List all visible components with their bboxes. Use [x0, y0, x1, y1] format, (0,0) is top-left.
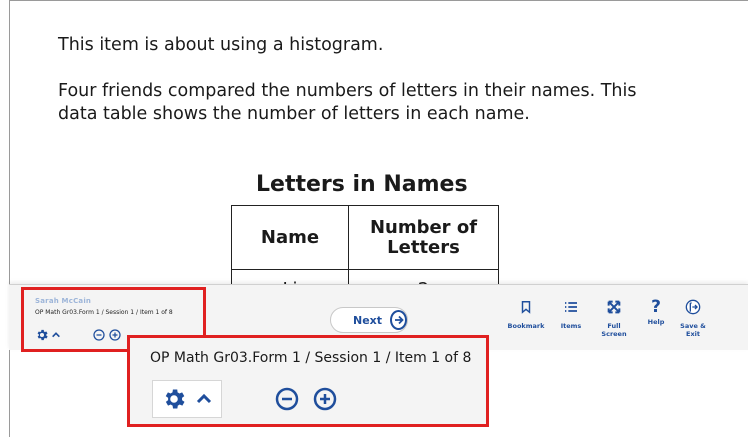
bookmark-button[interactable]: Bookmark: [506, 299, 546, 330]
list-icon: [565, 302, 577, 312]
help-button[interactable]: ? Help: [636, 297, 676, 327]
save-exit-label: Save & Exit: [680, 322, 706, 338]
zoom-in-icon[interactable]: [313, 387, 337, 411]
items-button[interactable]: Items: [551, 299, 591, 330]
help-label: Help: [647, 318, 665, 326]
zoom-out-icon[interactable]: [275, 387, 299, 411]
zoomed-settings-button[interactable]: [152, 380, 222, 418]
item-intro: This item is about using a histogram.: [58, 35, 384, 55]
column-header-name: Name: [231, 205, 349, 270]
next-button[interactable]: Next: [330, 307, 408, 333]
bookmark-label: Bookmark: [507, 322, 545, 330]
save-exit-button[interactable]: Save & Exit: [673, 299, 713, 338]
bookmark-icon: [521, 301, 531, 314]
exit-icon: [685, 299, 701, 315]
help-icon: ?: [651, 297, 661, 317]
next-label: Next: [353, 313, 383, 327]
zoomed-breadcrumb: OP Math Gr03.Form 1 / Session 1 / Item 1…: [150, 350, 472, 366]
full-screen-button[interactable]: Full Screen: [594, 299, 634, 338]
items-label: Items: [560, 322, 582, 330]
expand-icon: [607, 300, 621, 314]
item-question: Four friends compared the numbers of let…: [58, 81, 637, 124]
chevron-up-icon: [196, 393, 212, 404]
zoomed-zoom-controls: [275, 387, 337, 411]
full-screen-label: Full Screen: [601, 322, 627, 338]
arrow-right-circle-icon: [390, 310, 407, 330]
column-header-count: Number of Letters: [348, 205, 499, 270]
table-title: Letters in Names: [256, 172, 468, 197]
zoomed-callout: OP Math Gr03.Form 1 / Session 1 / Item 1…: [127, 335, 489, 427]
gear-icon: [165, 389, 185, 409]
